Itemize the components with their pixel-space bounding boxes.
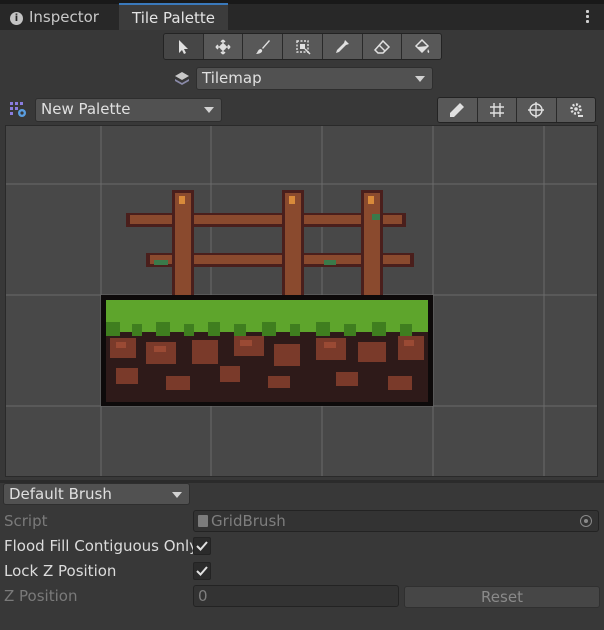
palette-canvas[interactable] [5, 125, 598, 477]
z-position-field[interactable]: 0 [193, 585, 399, 607]
lock-z-checkbox[interactable] [193, 562, 211, 580]
tab-bar: i Inspector Tile Palette [0, 0, 604, 30]
brush-dropdown-value: Default Brush [9, 485, 112, 503]
script-file-icon [198, 515, 208, 527]
eraser-icon [373, 39, 391, 54]
tool-strip [163, 33, 442, 60]
grid-icon [489, 103, 504, 117]
tab-tile-palette[interactable]: Tile Palette [119, 3, 228, 30]
script-label: Script [4, 512, 48, 530]
toggle-gizmos-button[interactable] [517, 98, 557, 122]
z-position-value: 0 [198, 587, 208, 605]
palette-settings-button[interactable] [556, 98, 595, 122]
toggle-grid-button[interactable] [477, 98, 517, 122]
box-fill-tool-button[interactable] [283, 34, 323, 59]
paint-bucket-icon [414, 38, 429, 53]
checkmark-icon [196, 566, 208, 576]
tab-tile-palette-label: Tile Palette [132, 9, 215, 27]
eyedropper-icon [336, 39, 350, 53]
palette-dropdown-value: New Palette [41, 100, 131, 118]
palette-view-tools [437, 97, 596, 123]
object-picker-icon[interactable] [580, 515, 592, 527]
more-options-icon[interactable] [586, 10, 590, 25]
palette-grid [6, 126, 597, 476]
tab-inspector-label: Inspector [29, 8, 99, 26]
lock-z-label: Lock Z Position [4, 562, 117, 580]
ground-tile[interactable] [101, 295, 433, 406]
fence-tile[interactable] [126, 190, 414, 298]
flood-fill-checkbox[interactable] [193, 537, 211, 555]
flood-fill-label: Flood Fill Contiguous Only [4, 537, 199, 555]
brush-dropdown[interactable]: Default Brush [3, 483, 190, 505]
checkmark-icon [196, 541, 208, 551]
pencil-icon [450, 103, 465, 117]
arrow-cursor-icon [179, 39, 189, 54]
palette-dropdown[interactable]: New Palette [35, 98, 222, 122]
box-fill-icon [295, 39, 311, 55]
layers-icon [175, 72, 189, 85]
reset-button[interactable]: Reset [404, 586, 600, 608]
paint-tool-button[interactable] [243, 34, 284, 59]
active-tilemap-dropdown[interactable]: Tilemap [196, 67, 433, 90]
script-field[interactable]: GridBrush [193, 510, 599, 532]
palette-grid-icon [10, 102, 26, 117]
erase-tool-button[interactable] [362, 34, 403, 59]
select-tool-button[interactable] [164, 34, 204, 59]
fill-tool-button[interactable] [402, 34, 441, 59]
move-tool-button[interactable] [203, 34, 244, 59]
chevron-down-icon [204, 107, 214, 113]
script-field-value: GridBrush [211, 512, 286, 530]
z-position-label: Z Position [4, 587, 78, 605]
picker-tool-button[interactable] [322, 34, 363, 59]
brush-icon [255, 39, 270, 54]
tab-inspector[interactable]: i Inspector [10, 4, 99, 30]
chevron-down-icon [172, 492, 182, 498]
move-arrows-icon [215, 38, 231, 55]
active-tilemap-value: Tilemap [202, 69, 262, 87]
settings-icon [570, 103, 583, 117]
edit-palette-button[interactable] [438, 98, 478, 122]
info-icon: i [10, 12, 23, 25]
chevron-down-icon [415, 76, 425, 82]
gizmo-icon [528, 102, 545, 118]
